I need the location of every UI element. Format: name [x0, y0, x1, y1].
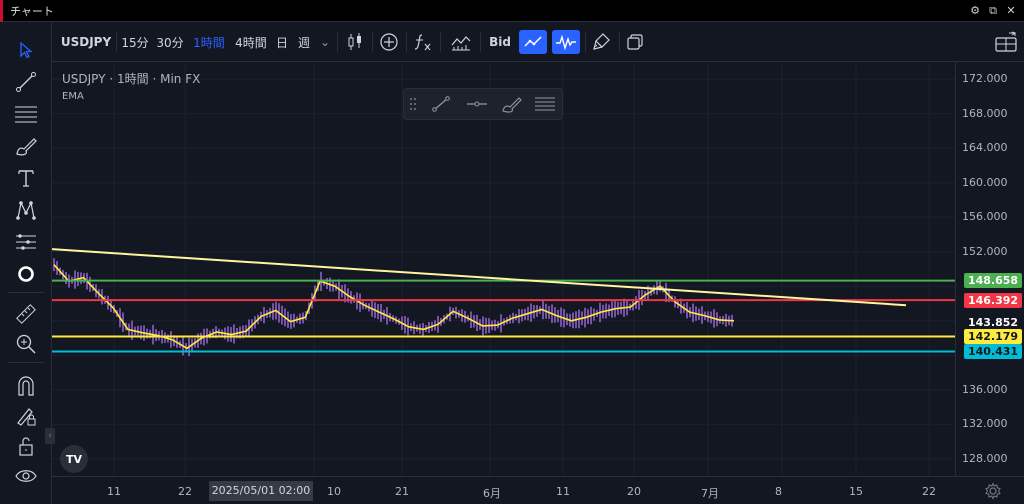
price-tick-label: 160.000	[962, 175, 1008, 189]
legend-interval: 1時間	[116, 72, 149, 86]
legend-separator: ·	[109, 72, 114, 86]
chart-pane[interactable]: USDJPY · 1時間 · Min FX EMA	[52, 62, 955, 476]
prediction-tool-icon[interactable]	[10, 228, 42, 256]
interval-15m-button[interactable]: 15分	[120, 30, 150, 54]
fib-tool-icon[interactable]	[10, 100, 42, 128]
indicator-legend-ema[interactable]: EMA	[62, 91, 84, 102]
toolbar-divider	[8, 292, 44, 293]
chart-settings-gear-icon[interactable]	[984, 482, 1002, 500]
time-tick-label: 22	[922, 485, 936, 498]
price-chart-canvas[interactable]	[52, 62, 955, 476]
legend-symbol: USDJPY	[62, 72, 106, 86]
price-axis[interactable]: 172.000 168.000 164.000 160.000 156.000 152.0…	[955, 62, 1024, 476]
toolbar-divider	[406, 32, 407, 52]
legend-separator: ·	[152, 72, 157, 86]
toolbar-divider	[619, 32, 620, 52]
time-axis[interactable]: 11 22 10 21 6月 11 20 7月 8 15 22 2025/05/01 02:00	[52, 476, 1024, 504]
float-brush-icon[interactable]	[497, 92, 527, 116]
time-tick-label: 22	[178, 485, 192, 498]
unlock-icon[interactable]	[10, 432, 42, 460]
time-tick-label: 11	[556, 485, 570, 498]
toolbar-divider	[480, 32, 481, 52]
price-tick-label: 152.000	[962, 244, 1008, 258]
price-tick-label: 172.000	[962, 72, 1008, 86]
price-label-cyan: 140.431	[964, 344, 1022, 360]
floating-drawing-toolbar	[403, 88, 563, 120]
cursor-tool-icon[interactable]	[10, 36, 42, 64]
toolbar-divider	[8, 362, 44, 363]
drag-handle-icon[interactable]	[404, 92, 422, 116]
float-horizontal-line-icon[interactable]	[462, 92, 492, 116]
trendline-tool-icon[interactable]	[10, 68, 42, 96]
price-tick-label: 164.000	[962, 141, 1008, 155]
lock-drawing-icon[interactable]	[10, 402, 42, 430]
interval-4h-button[interactable]: 4時間	[232, 30, 270, 54]
templates-chart-icon[interactable]	[448, 30, 474, 54]
time-tick-label: 21	[395, 485, 409, 498]
toolbar-collapse-chevron-icon[interactable]: ‹	[45, 428, 55, 444]
ruler-tool-icon[interactable]	[10, 300, 42, 328]
toolbar-divider	[372, 32, 373, 52]
candle-style-icon[interactable]	[342, 30, 368, 54]
tradingview-logo-icon[interactable]: TV	[60, 445, 88, 473]
popout-icon[interactable]: ⧉	[986, 4, 1000, 18]
indicators-fx-icon[interactable]	[410, 30, 436, 54]
price-label-yellow: 142.179	[964, 328, 1022, 344]
price-label-green: 148.658	[964, 273, 1022, 289]
time-tick-label: 10	[327, 485, 341, 498]
chart-top-toolbar: USDJPY 15分 30分 1時間 4時間 日 週 ⌄ Bid	[52, 22, 1024, 62]
window-title: チャート	[10, 4, 54, 18]
interval-day-button[interactable]: 日	[274, 30, 290, 54]
float-fib-icon[interactable]	[530, 92, 560, 116]
titlebar-accent	[0, 0, 3, 22]
compare-add-icon[interactable]	[376, 30, 402, 54]
symbol-button[interactable]: USDJPY	[61, 30, 111, 54]
legend-source: Min FX	[160, 72, 201, 86]
trend-line	[52, 248, 907, 307]
time-tick-label: 20	[627, 485, 641, 498]
price-label-last: 143.852	[964, 314, 1022, 330]
brush-tool-icon[interactable]	[10, 132, 42, 160]
time-tick-label: 7月	[701, 487, 719, 500]
interval-30m-button[interactable]: 30分	[155, 30, 185, 54]
time-tick-label: 15	[849, 485, 863, 498]
toolbar-divider	[440, 32, 441, 52]
time-tick-label: 8	[775, 485, 782, 498]
price-tick-label: 128.000	[962, 451, 1008, 465]
float-trendline-icon[interactable]	[426, 92, 456, 116]
price-label-red: 146.392	[964, 292, 1022, 308]
toolbar-divider	[337, 32, 338, 52]
close-icon[interactable]: ✕	[1004, 4, 1018, 18]
price-tick-label: 156.000	[962, 210, 1008, 224]
visibility-eye-icon[interactable]	[10, 462, 42, 490]
price-tick-label: 132.000	[962, 417, 1008, 431]
pulse-mode-icon[interactable]	[552, 30, 580, 54]
circle-tool-icon[interactable]	[10, 260, 42, 288]
time-tick-label: 6月	[483, 487, 501, 500]
time-tick-label: 11	[107, 485, 121, 498]
magnet-icon[interactable]	[10, 372, 42, 400]
toolbar-divider	[585, 32, 586, 52]
price-tick-label: 136.000	[962, 382, 1008, 396]
text-tool-icon[interactable]	[10, 164, 42, 192]
interval-week-button[interactable]: 週	[296, 30, 312, 54]
pattern-tool-icon[interactable]	[10, 196, 42, 224]
zoom-in-icon[interactable]	[10, 330, 42, 358]
toolbar-divider	[116, 32, 117, 52]
multi-layout-icon[interactable]	[992, 30, 1020, 54]
line-chart-mode-icon[interactable]	[519, 30, 547, 54]
interval-1h-button[interactable]: 1時間	[191, 30, 227, 54]
price-tick-label: 168.000	[962, 106, 1008, 120]
chart-legend: USDJPY · 1時間 · Min FX	[62, 70, 200, 87]
window-titlebar: チャート ⚙ ⧉ ✕	[0, 0, 1024, 22]
layout-copy-icon[interactable]	[622, 30, 648, 54]
eraser-brush-icon[interactable]	[589, 30, 615, 54]
settings-icon[interactable]: ⚙	[968, 4, 982, 18]
crosshair-time-label: 2025/05/01 02:00	[209, 481, 313, 501]
bid-toggle-button[interactable]: Bid	[486, 30, 514, 54]
interval-dropdown-chevron-icon[interactable]: ⌄	[318, 30, 332, 54]
